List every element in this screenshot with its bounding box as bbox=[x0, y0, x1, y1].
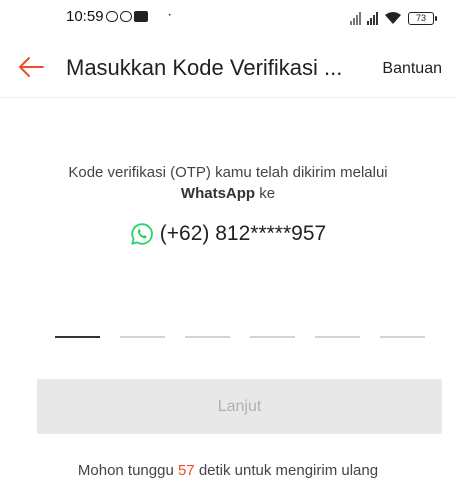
otp-digit-1[interactable] bbox=[55, 336, 100, 338]
signal-icon bbox=[350, 11, 361, 25]
resend-suffix: detik untuk mengirim ulang bbox=[194, 462, 379, 479]
status-bar: 10:59 · 73 bbox=[0, 0, 456, 36]
back-arrow-icon[interactable] bbox=[16, 52, 46, 82]
notification-icons bbox=[106, 9, 148, 23]
battery-icon: 73 bbox=[408, 12, 437, 25]
page-title: Masukkan Kode Verifikasi ... bbox=[66, 55, 343, 80]
help-link[interactable]: Bantuan bbox=[382, 60, 442, 78]
status-dot-icon: · bbox=[167, 6, 173, 23]
channel-name: WhatsApp bbox=[180, 185, 256, 202]
otp-channel-message: WhatsApp ke bbox=[0, 185, 456, 202]
channel-suffix: ke bbox=[255, 185, 276, 202]
wifi-icon bbox=[385, 12, 401, 24]
resend-countdown: Mohon tunggu 57 detik untuk mengirim ula… bbox=[0, 462, 456, 479]
app-header: Masukkan Kode Verifikasi ... Bantuan bbox=[0, 40, 456, 98]
otp-digit-2[interactable] bbox=[120, 336, 165, 338]
countdown-seconds: 57 bbox=[177, 462, 195, 479]
system-indicators: 73 bbox=[350, 7, 437, 25]
signal-icon bbox=[367, 11, 378, 25]
otp-input[interactable] bbox=[55, 336, 425, 338]
notification-icon bbox=[106, 10, 118, 22]
whatsapp-icon bbox=[131, 223, 153, 245]
phone-row: (+62) 812*****957 bbox=[0, 222, 456, 246]
status-time: 10:59 bbox=[66, 8, 104, 25]
resend-prefix: Mohon tunggu bbox=[77, 462, 178, 479]
otp-digit-5[interactable] bbox=[315, 336, 360, 338]
continue-button[interactable]: Lanjut bbox=[37, 379, 442, 434]
gallery-notification-icon bbox=[134, 10, 148, 22]
masked-phone-number: (+62) 812*****957 bbox=[159, 222, 327, 245]
otp-sent-message: Kode verifikasi (OTP) kamu telah dikirim… bbox=[68, 164, 388, 181]
otp-digit-6[interactable] bbox=[380, 336, 425, 338]
otp-digit-4[interactable] bbox=[250, 336, 295, 338]
notification-icon bbox=[120, 10, 132, 22]
otp-digit-3[interactable] bbox=[185, 336, 230, 338]
